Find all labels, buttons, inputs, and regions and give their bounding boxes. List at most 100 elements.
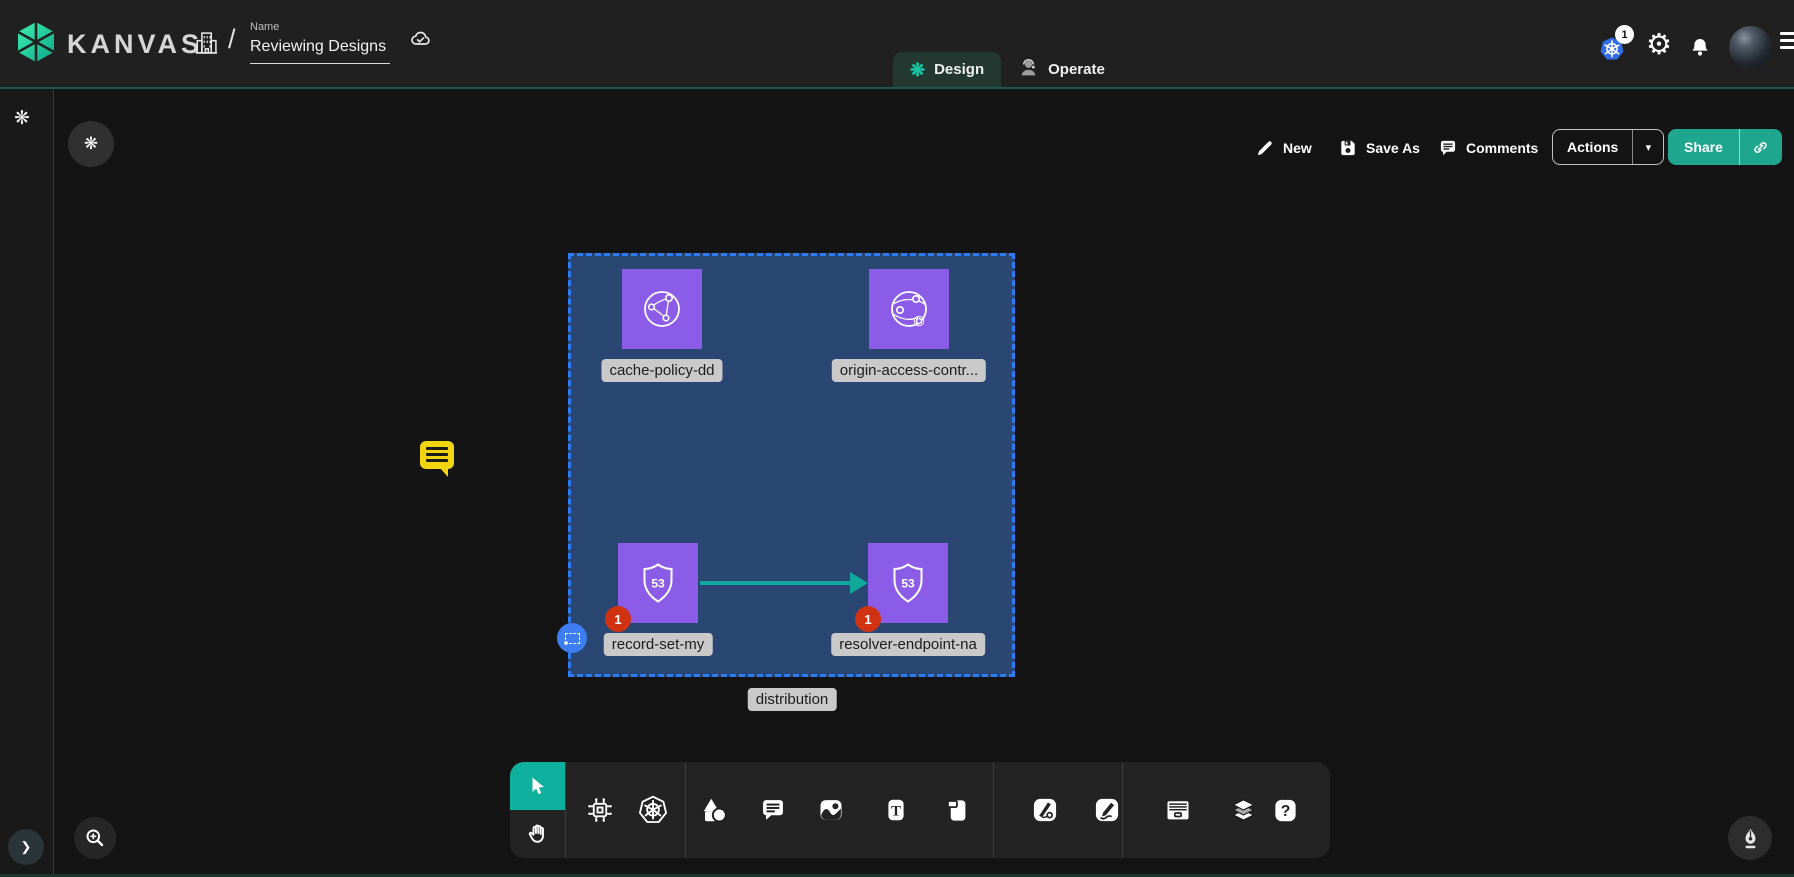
app-header: KANVAS / Name ❋ bbox=[0, 0, 1794, 87]
dashed-rect-icon bbox=[565, 633, 580, 644]
actions-label[interactable]: Actions bbox=[1553, 130, 1632, 164]
help-tool[interactable]: ? bbox=[1265, 790, 1305, 830]
kanvas-logo[interactable]: KANVAS bbox=[14, 20, 203, 69]
select-tool[interactable] bbox=[510, 762, 565, 810]
group-select-handle[interactable] bbox=[557, 623, 587, 653]
pencil-scribble-icon bbox=[1093, 796, 1121, 824]
share-label[interactable]: Share bbox=[1668, 129, 1739, 165]
node-record-set[interactable]: 53 1 record-set-my bbox=[618, 543, 698, 623]
comment-tool-icon bbox=[759, 796, 787, 824]
settings-gear-icon[interactable]: ⚙ bbox=[1646, 31, 1672, 60]
zoom-in-button[interactable] bbox=[74, 817, 116, 859]
pan-hand-tool[interactable] bbox=[510, 810, 565, 858]
error-count-badge: 1 bbox=[605, 606, 631, 632]
shapes-icon bbox=[700, 795, 730, 825]
save-as-label: Save As bbox=[1366, 140, 1420, 156]
share-button[interactable]: Share bbox=[1668, 129, 1782, 165]
comment-bubble-icon bbox=[1438, 138, 1458, 158]
kanvas-hexagon-icon bbox=[14, 20, 58, 69]
tab-operate[interactable]: Operate bbox=[1001, 52, 1122, 87]
actions-dropdown-toggle[interactable]: ▾ bbox=[1632, 130, 1663, 164]
pen-path-icon bbox=[1031, 796, 1059, 824]
breadcrumb-slash: / bbox=[228, 24, 236, 55]
pen-nib-icon bbox=[1738, 826, 1763, 851]
cloud-synced-icon bbox=[406, 28, 434, 57]
node-label[interactable]: resolver-endpoint-na bbox=[831, 633, 985, 656]
shapes-tool[interactable] bbox=[695, 790, 735, 830]
new-label: New bbox=[1283, 140, 1312, 156]
left-sidebar bbox=[0, 89, 54, 877]
route53-resolver-icon: 53 bbox=[882, 557, 934, 609]
svg-text:53: 53 bbox=[901, 577, 915, 591]
organization-building-icon[interactable] bbox=[192, 27, 220, 64]
canvas-settings-button[interactable]: ❋ bbox=[68, 121, 114, 167]
question-mark-icon: ? bbox=[1272, 797, 1299, 824]
comment-marker[interactable] bbox=[416, 436, 458, 483]
operate-person-headset-icon bbox=[1018, 57, 1039, 82]
new-button[interactable]: New bbox=[1255, 130, 1312, 166]
kubernetes-tool[interactable] bbox=[633, 790, 673, 830]
save-as-button[interactable]: Save As bbox=[1338, 130, 1420, 166]
sidebar-expand-button[interactable]: ❯ bbox=[8, 829, 44, 865]
cloudfront-cache-policy-icon bbox=[636, 283, 688, 335]
design-flower-icon: ❋ bbox=[910, 61, 925, 79]
pencil-icon bbox=[1255, 138, 1275, 158]
canvas-top-border bbox=[0, 87, 1794, 89]
node-origin-access-control[interactable]: origin-access-contr... bbox=[869, 269, 949, 349]
cursor-arrow-icon bbox=[527, 775, 549, 797]
connection-arrow[interactable] bbox=[700, 581, 852, 585]
hand-icon bbox=[526, 822, 550, 846]
svg-text:53: 53 bbox=[651, 577, 665, 591]
connection-arrowhead bbox=[850, 572, 868, 594]
link-icon bbox=[1751, 138, 1770, 157]
layers-tool[interactable] bbox=[1223, 790, 1263, 830]
group-label[interactable]: distribution bbox=[748, 688, 837, 711]
user-avatar[interactable] bbox=[1729, 26, 1772, 69]
svg-text:?: ? bbox=[1280, 803, 1290, 820]
notifications-bell-icon[interactable] bbox=[1688, 34, 1712, 66]
chip-icon bbox=[585, 795, 615, 825]
actions-button[interactable]: Actions ▾ bbox=[1552, 129, 1664, 165]
node-label[interactable]: origin-access-contr... bbox=[832, 359, 986, 382]
kanvas-app: KANVAS / Name ❋ bbox=[0, 0, 1794, 877]
text-tool-icon: T bbox=[883, 796, 909, 824]
integrations-chip-tool[interactable] bbox=[580, 790, 620, 830]
bottom-toolbar: T bbox=[510, 762, 1330, 858]
pencil-draw-tool[interactable] bbox=[1087, 790, 1127, 830]
error-count-badge: 1 bbox=[855, 606, 881, 632]
chevron-right-icon: ❯ bbox=[21, 839, 32, 855]
comments-button[interactable]: Comments bbox=[1438, 130, 1538, 166]
kubernetes-count-badge: 1 bbox=[1615, 25, 1634, 44]
design-name-input[interactable] bbox=[250, 36, 390, 64]
tab-design[interactable]: ❋ Design bbox=[893, 52, 1001, 87]
pen-mode-button[interactable] bbox=[1728, 816, 1772, 860]
card-tool[interactable] bbox=[937, 790, 977, 830]
drawer-archive-icon bbox=[1164, 796, 1192, 824]
workspace-flower-icon[interactable]: ❋ bbox=[14, 107, 30, 130]
route53-record-set-icon: 53 bbox=[632, 557, 684, 609]
comment-tool[interactable] bbox=[753, 790, 793, 830]
name-field-label: Name bbox=[250, 21, 390, 33]
pen-path-tool[interactable] bbox=[1025, 790, 1065, 830]
tab-design-label: Design bbox=[934, 61, 984, 78]
caret-down-icon: ▾ bbox=[1646, 141, 1652, 154]
text-tool[interactable]: T bbox=[876, 790, 916, 830]
layers-icon bbox=[1229, 796, 1258, 825]
magnifier-plus-icon bbox=[83, 826, 107, 850]
design-name-block: Name bbox=[250, 21, 390, 64]
mode-tabs: ❋ Design Operate bbox=[893, 52, 1122, 87]
node-cache-policy[interactable]: cache-policy-dd bbox=[622, 269, 702, 349]
image-icon bbox=[817, 796, 845, 824]
node-label[interactable]: record-set-my bbox=[604, 633, 713, 656]
image-tool[interactable] bbox=[811, 790, 851, 830]
tab-operate-label: Operate bbox=[1048, 61, 1105, 78]
cloudfront-origin-access-icon bbox=[883, 283, 935, 335]
node-label[interactable]: cache-policy-dd bbox=[601, 359, 722, 382]
gear-flower-icon: ❋ bbox=[84, 134, 98, 154]
node-resolver-endpoint[interactable]: 53 1 resolver-endpoint-na bbox=[868, 543, 948, 623]
kubernetes-helm-icon bbox=[637, 794, 669, 826]
copy-link-button[interactable] bbox=[1739, 129, 1782, 165]
archive-tool[interactable] bbox=[1158, 790, 1198, 830]
logo-wordmark: KANVAS bbox=[67, 29, 203, 60]
menu-hamburger-icon[interactable] bbox=[1780, 32, 1794, 53]
